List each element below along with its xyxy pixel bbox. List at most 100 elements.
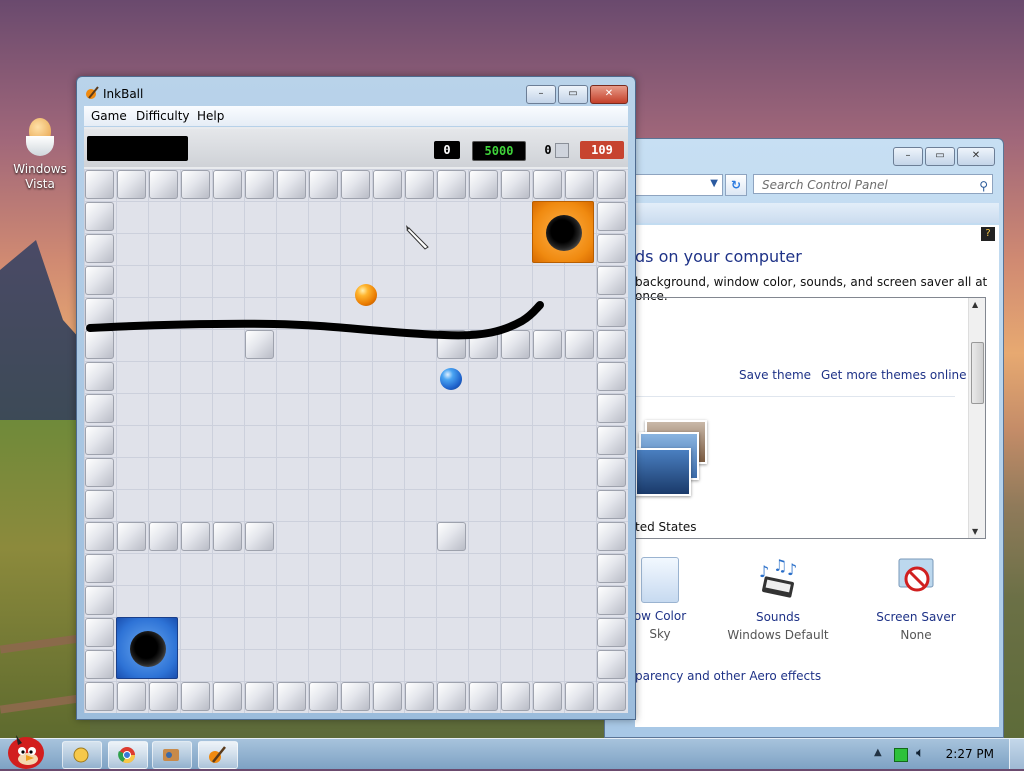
inkball-title-buttons: – ▭ ✕ [526,85,628,104]
wall-block [117,522,146,551]
wall-block [245,522,274,551]
wall-block [85,394,114,423]
inkball-window: InkBall – ▭ ✕ Game Difficulty Help 0 500… [76,76,636,720]
wall-block [501,330,530,359]
start-button-angry-bird-icon[interactable] [4,731,48,769]
scroll-up-icon[interactable]: ▲ [972,300,978,309]
wall-block [597,298,626,327]
wall-block [341,682,370,711]
pen-cursor-icon [406,225,429,250]
wall-block [245,170,274,199]
wall-block [597,234,626,263]
wall-block [597,330,626,359]
scrollbar-thumb[interactable] [971,342,984,404]
refresh-icon[interactable]: ↻ [725,174,747,196]
wall-block [597,202,626,231]
game-area: 0 5000 0 109 [84,127,628,713]
wall-block [373,170,402,199]
wall-block [533,330,562,359]
cp-title-buttons: – ▭ ✕ [893,147,995,166]
wall-block [85,650,114,679]
sounds-item[interactable]: ♪ ♫ ♪ Sounds Windows Default [723,556,833,642]
wall-block [149,170,178,199]
page-title: ds on your computer [635,247,802,266]
screen-saver-item[interactable]: Screen Saver None [861,557,971,642]
wall-block [277,170,306,199]
save-theme-link[interactable]: Save theme [739,368,811,382]
menu-difficulty[interactable]: Difficulty [136,109,190,123]
maximize-button[interactable]: ▭ [558,85,588,104]
screen-saver-label: Screen Saver [876,610,956,624]
wall-block [85,618,114,647]
divider [635,396,955,397]
system-tray: ▲ 🔈︎ 2:27 PM [864,739,1024,769]
minimize-button[interactable]: – [893,147,923,166]
sounds-icon: ♪ ♫ ♪ [759,556,797,598]
wall-block [533,682,562,711]
score-counter: 0 [434,141,460,159]
ink-count: 0 [544,143,552,157]
volume-icon[interactable]: 🔈︎ [916,745,924,761]
aero-effects-link[interactable]: parency and other Aero effects [635,669,821,683]
search-icon[interactable]: ⚲ [979,176,988,196]
screen-saver-value: None [900,628,932,642]
wall-block [85,234,114,263]
close-button[interactable]: ✕ [590,85,628,104]
clock[interactable]: 2:27 PM [946,747,994,761]
ink-preview-panel [87,136,188,161]
minimize-button[interactable]: – [526,85,556,104]
help-icon[interactable]: ? [981,227,995,241]
get-more-themes-link[interactable]: Get more themes online [821,368,967,382]
wall-block [117,170,146,199]
scroll-down-icon[interactable]: ▼ [972,527,978,536]
themes-list[interactable]: Save theme Get more themes online ted St… [635,297,986,539]
wall-block [181,682,210,711]
chevron-up-icon[interactable]: ▲ [874,747,882,758]
taskbar-chrome-button[interactable] [108,741,148,769]
wall-block [597,266,626,295]
inkball-app-icon [86,86,99,99]
show-desktop-button[interactable] [1009,739,1024,769]
wall-block [597,394,626,423]
wall-block [85,682,114,711]
wall-block [597,490,626,519]
command-bar [635,203,999,223]
wall-block [597,650,626,679]
wall-block [213,522,242,551]
taskbar-inkball-button[interactable] [198,741,238,769]
wall-block [245,330,274,359]
wall-block [405,682,434,711]
wall-block [213,170,242,199]
wall-block [181,522,210,551]
address-bar[interactable]: ▼ [635,174,723,196]
scrollbar[interactable]: ▲ ▼ [968,298,985,538]
wall-block [565,330,594,359]
menu-game[interactable]: Game [91,109,127,123]
chevron-down-icon[interactable]: ▼ [710,178,718,189]
theme-thumbnail[interactable] [635,420,707,496]
wall-block [597,554,626,583]
network-icon[interactable] [894,748,908,762]
close-button[interactable]: ✕ [957,147,995,166]
egg-icon [24,118,56,158]
taskbar-explorer-button[interactable] [62,741,102,769]
menu-help[interactable]: Help [197,109,224,123]
wall-block [597,170,626,199]
maximize-button[interactable]: ▭ [925,147,955,166]
taskbar-game-button[interactable] [152,741,192,769]
taskbar: ▲ 🔈︎ 2:27 PM [0,735,1024,769]
game-board[interactable] [84,169,628,713]
control-panel-window: – ▭ ✕ ▼ ↻ Search Control Panel ⚲ ? ds on… [604,138,1004,738]
wall-block [597,362,626,391]
wall-block [597,586,626,615]
chrome-icon [118,747,136,764]
wall-block [85,330,114,359]
wall-block [181,170,210,199]
wall-block [597,458,626,487]
folder-icon [73,747,89,763]
wall-block [597,682,626,711]
wall-block [149,682,178,711]
wall-block [85,202,114,231]
search-input[interactable]: Search Control Panel ⚲ [753,174,993,194]
desktop-icon-windows-vista[interactable]: Windows Vista [8,118,72,192]
